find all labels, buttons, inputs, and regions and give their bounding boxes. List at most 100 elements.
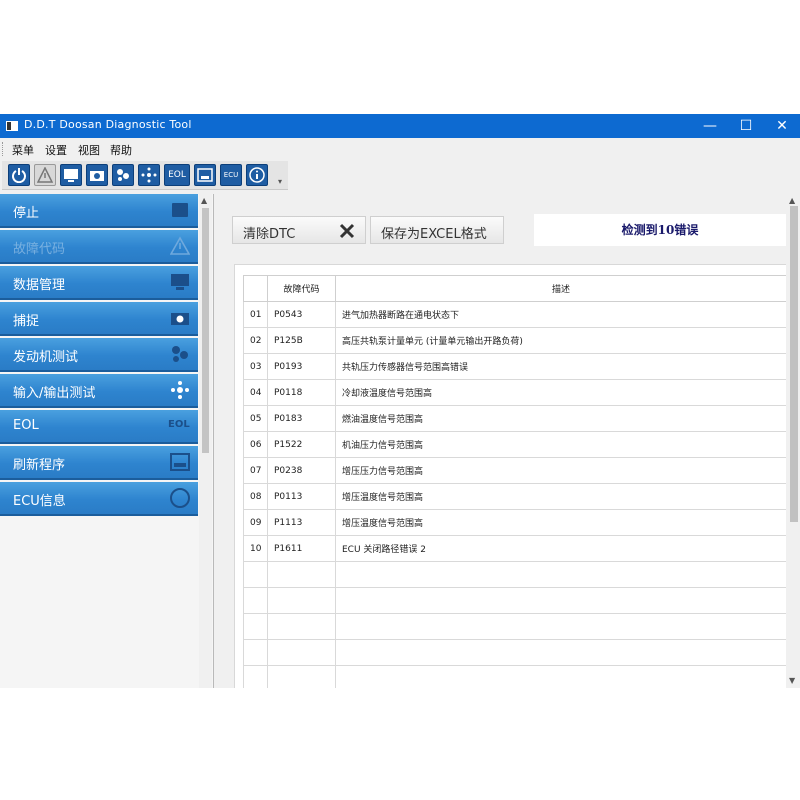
table-row[interactable]: 05 P0183 燃油温度信号范围高 [243, 405, 787, 432]
scroll-up-icon[interactable]: ▲ [789, 196, 795, 205]
info-icon[interactable] [246, 164, 268, 186]
eol-icon: EOL [168, 419, 190, 430]
nav-capture[interactable]: 捕捉 [0, 302, 198, 336]
stop-icon [172, 203, 188, 217]
table-row-empty [243, 587, 787, 614]
nav-data-management[interactable]: 数据管理 [0, 266, 198, 300]
close-button[interactable]: ✕ [764, 114, 800, 138]
nav-fault-codes[interactable]: 故障代码 [0, 230, 198, 264]
camera-icon [171, 313, 189, 325]
menu-help[interactable]: 帮助 [110, 142, 132, 158]
menu-main[interactable]: 菜单 [12, 142, 34, 158]
content-scroll-thumb[interactable] [790, 206, 798, 522]
table-row[interactable]: 10 P1611 ECU 关闭路径错误 2 [243, 535, 787, 562]
table-row[interactable]: 02 P125B 高压共轨泵计量单元 (计量单元输出开路负荷) [243, 327, 787, 354]
nav-label: 刷新程序 [13, 458, 66, 473]
empty-cell [335, 561, 787, 588]
toolbar-overflow-icon[interactable]: ▾ [278, 177, 282, 186]
scroll-down-icon[interactable]: ▼ [789, 676, 795, 685]
table-row[interactable]: 09 P1113 增压温度信号范围高 [243, 509, 787, 536]
description-cell: 增压温度信号范围高 [335, 483, 787, 510]
sidebar-scroll-thumb[interactable] [202, 208, 209, 453]
index-cell: 01 [243, 301, 268, 328]
index-cell: 07 [243, 457, 268, 484]
menu-bar: 菜单 设置 视图 帮助 [0, 138, 800, 160]
description-cell: 燃油温度信号范围高 [335, 405, 787, 432]
save-excel-button[interactable]: 保存为EXCEL格式 [370, 216, 504, 244]
table-row[interactable]: 07 P0238 增压压力信号范围高 [243, 457, 787, 484]
empty-cell [267, 561, 336, 588]
table-row-empty [243, 561, 787, 588]
clear-dtc-button[interactable]: 清除DTC [232, 216, 366, 244]
index-cell: 02 [243, 327, 268, 354]
scroll-up-icon[interactable]: ▲ [201, 196, 207, 205]
content-scrollbar[interactable]: ▲ ▼ [786, 194, 800, 688]
error-count-status: 检测到10错误 [534, 214, 786, 246]
minimize-button[interactable]: — [692, 114, 728, 138]
nav-engine-test[interactable]: 发动机测试 [0, 338, 198, 372]
eol-icon[interactable]: EOL [164, 164, 190, 186]
table-row-empty [243, 665, 787, 688]
empty-cell [243, 587, 268, 614]
monitor-icon[interactable] [60, 164, 82, 186]
table-row[interactable]: 08 P0113 增压温度信号范围高 [243, 483, 787, 510]
code-cell: P0183 [267, 405, 336, 432]
monitor-icon [171, 274, 189, 290]
menu-view[interactable]: 视图 [78, 142, 100, 158]
table-row-empty [243, 639, 787, 666]
power-icon[interactable] [8, 164, 30, 186]
empty-cell [267, 665, 336, 688]
table-row[interactable]: 03 P0193 共轨压力传感器信号范围高错误 [243, 353, 787, 380]
empty-cell [243, 639, 268, 666]
engine-icon [172, 346, 188, 362]
app-window: D.D.T Doosan Diagnostic Tool — ☐ ✕ 菜单 设置… [0, 114, 800, 688]
camera-icon[interactable] [86, 164, 108, 186]
empty-cell [267, 639, 336, 666]
code-cell: P125B [267, 327, 336, 354]
table-row-empty [243, 613, 787, 640]
table-row[interactable]: 01 P0543 进气加热器断路在通电状态下 [243, 301, 787, 328]
engine-icon[interactable] [112, 164, 134, 186]
empty-cell [335, 665, 787, 688]
clear-x-icon [339, 223, 355, 239]
description-cell: 增压压力信号范围高 [335, 457, 787, 484]
empty-cell [335, 613, 787, 640]
code-cell: P1611 [267, 535, 336, 562]
description-cell: 高压共轨泵计量单元 (计量单元输出开路负荷) [335, 327, 787, 354]
menu-grip [2, 142, 5, 156]
index-cell: 09 [243, 509, 268, 536]
index-cell: 08 [243, 483, 268, 510]
ecu-icon[interactable]: ECU [220, 164, 242, 186]
code-cell: P0543 [267, 301, 336, 328]
table-header-row: 故障代码 描述 [243, 275, 787, 302]
flash-icon[interactable] [194, 164, 216, 186]
nav-io-test[interactable]: 输入/输出测试 [0, 374, 198, 408]
index-cell: 03 [243, 353, 268, 380]
warning-icon [170, 236, 190, 255]
col-header-description: 描述 [335, 275, 787, 302]
empty-cell [267, 587, 336, 614]
nav-stop[interactable]: 停止 [0, 194, 198, 228]
empty-cell [267, 613, 336, 640]
description-cell: 冷却液温度信号范围高 [335, 379, 787, 406]
nav-eol[interactable]: EOL EOL [0, 410, 198, 444]
menu-settings[interactable]: 设置 [45, 142, 67, 158]
nav-label: 数据管理 [13, 278, 66, 293]
nav-label: 停止 [13, 206, 40, 221]
col-header-code: 故障代码 [267, 275, 336, 302]
nav-flash-program[interactable]: 刷新程序 [0, 446, 198, 480]
index-cell: 06 [243, 431, 268, 458]
io-icon[interactable] [138, 164, 160, 186]
nav-ecu-info[interactable]: ECU信息 [0, 482, 198, 516]
description-cell: 进气加热器断路在通电状态下 [335, 301, 787, 328]
sidebar-scrollbar[interactable]: ▲ [199, 194, 212, 688]
nav-label: 输入/输出测试 [13, 386, 96, 401]
warning-icon[interactable] [34, 164, 56, 186]
table-row[interactable]: 04 P0118 冷却液温度信号范围高 [243, 379, 787, 406]
table-row[interactable]: 06 P1522 机油压力信号范围高 [243, 431, 787, 458]
code-cell: P0238 [267, 457, 336, 484]
toolbar: EOL ECU ▾ [2, 161, 288, 190]
nav-label: 捕捉 [13, 314, 40, 329]
maximize-button[interactable]: ☐ [728, 114, 764, 138]
index-cell: 05 [243, 405, 268, 432]
